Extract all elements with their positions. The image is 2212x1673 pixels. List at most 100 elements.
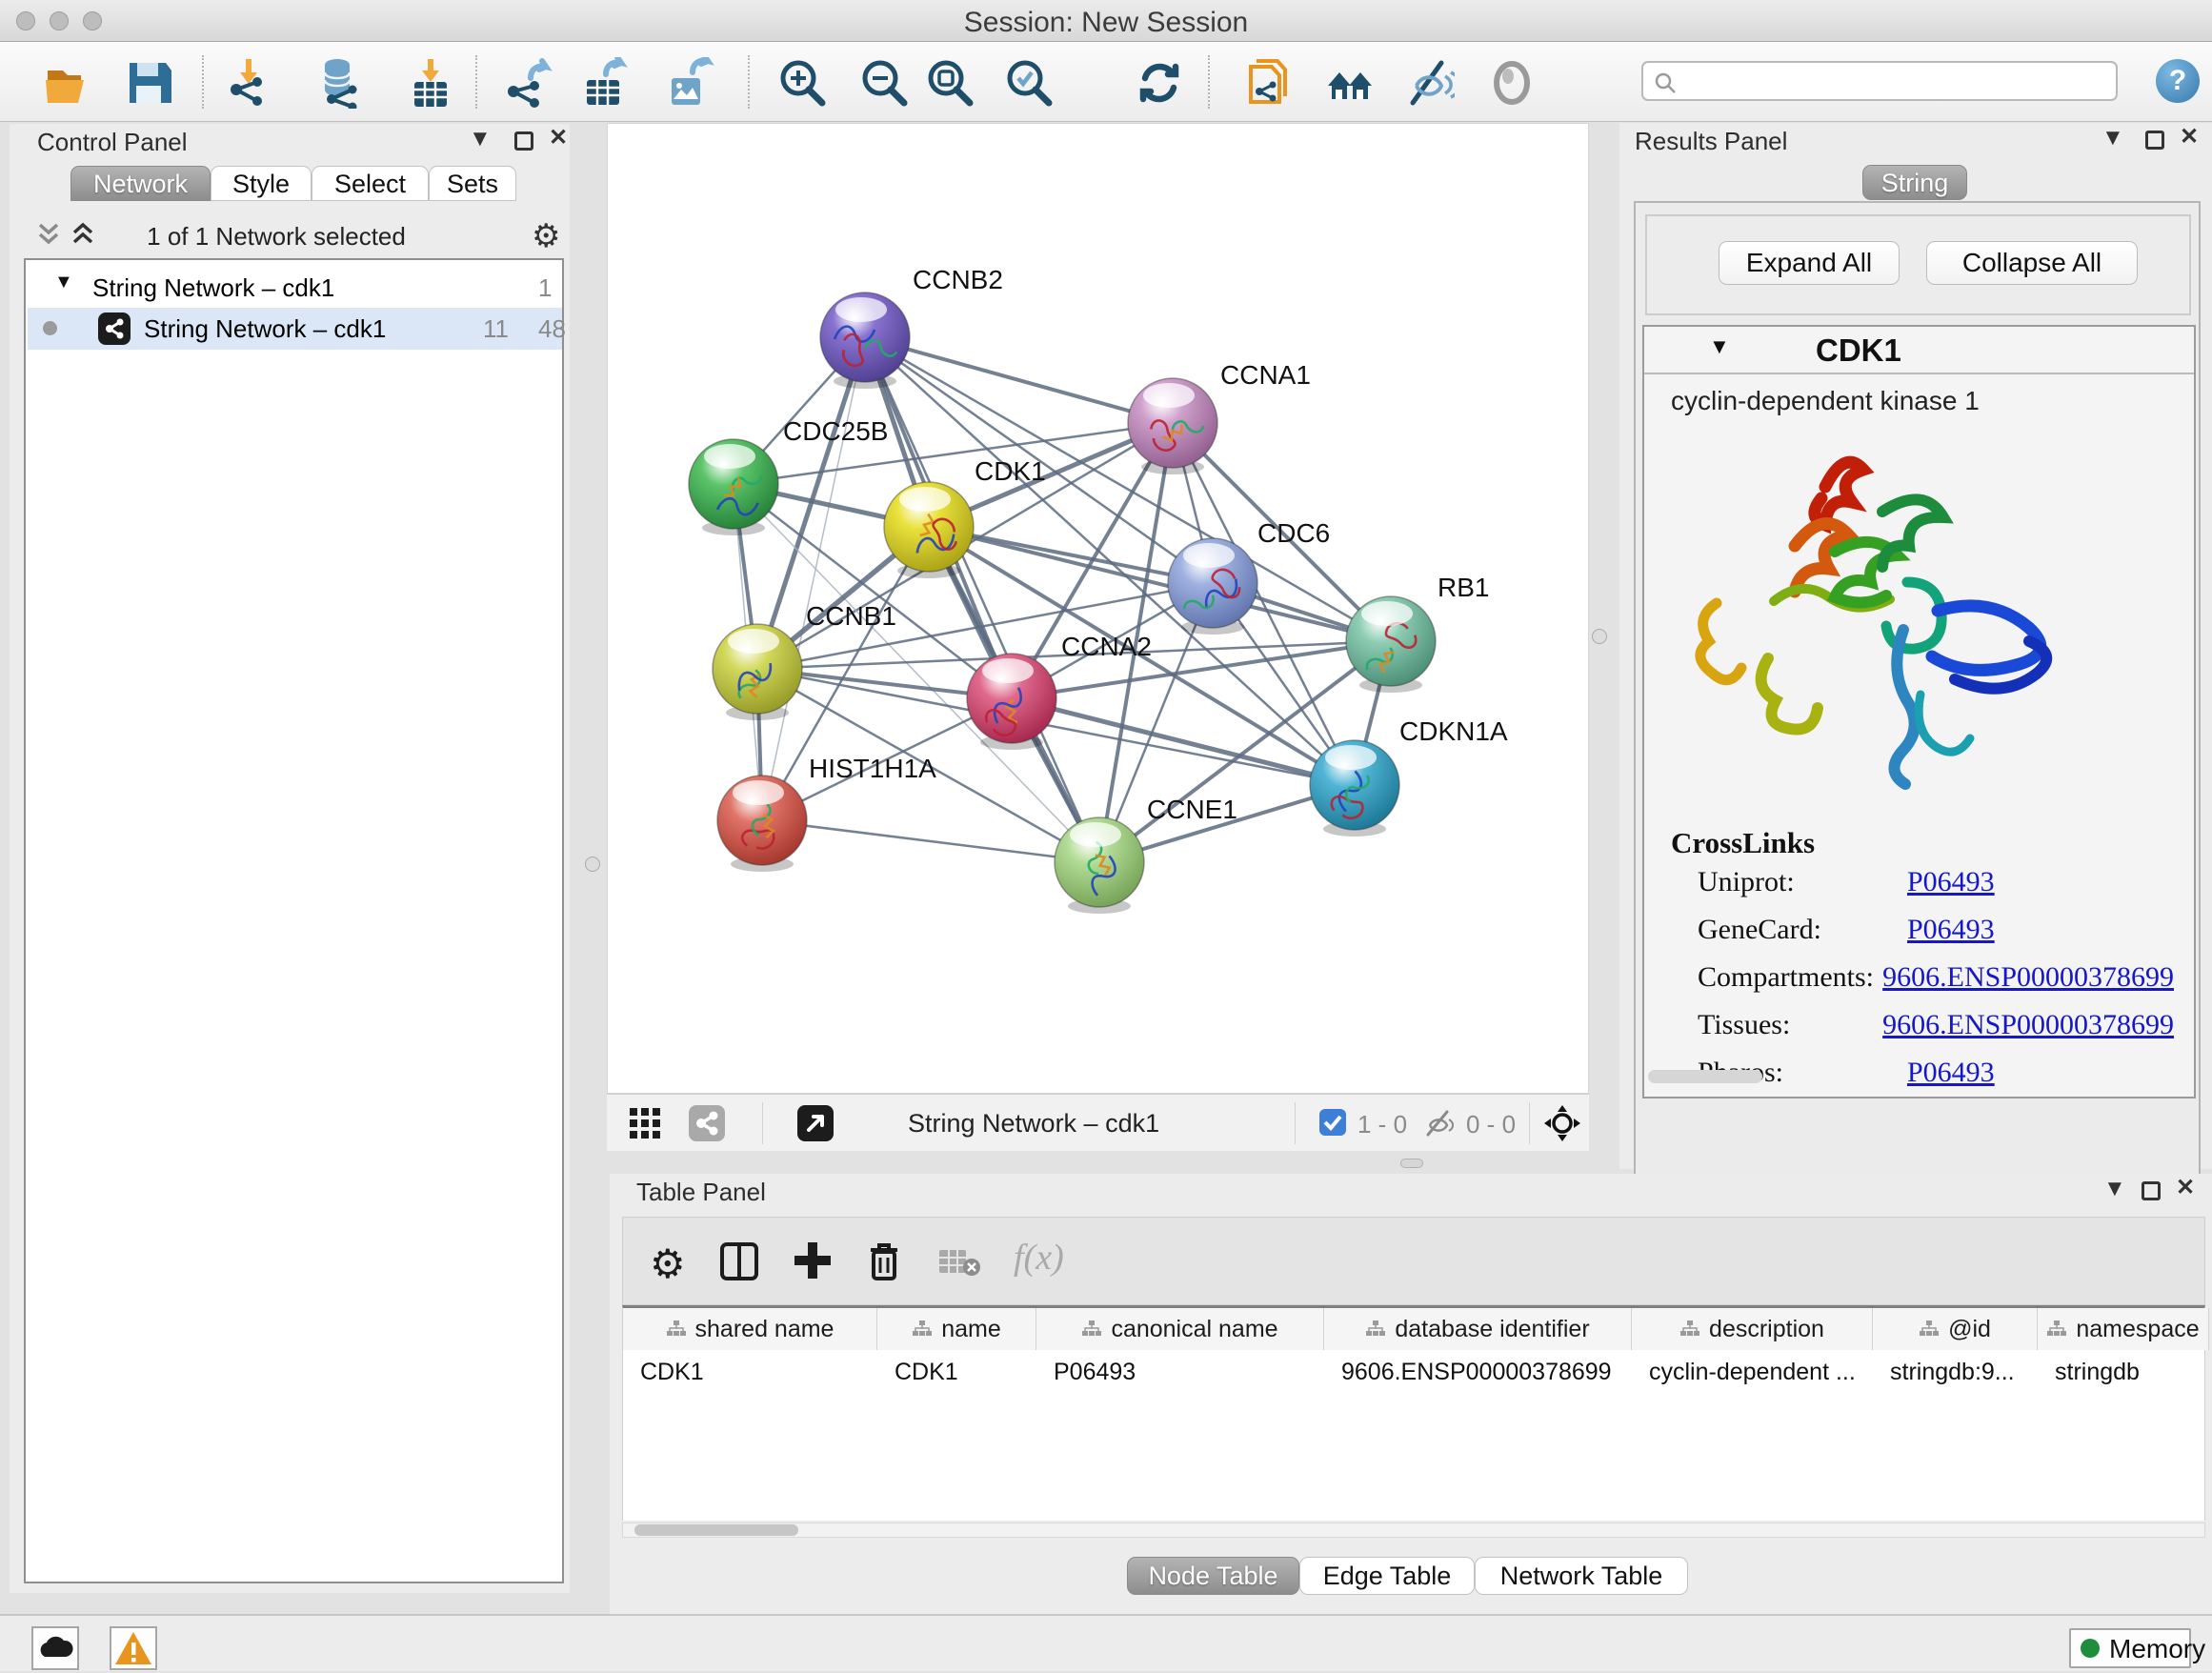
gene-collapse-icon[interactable]: ▼	[1709, 334, 1730, 359]
network-selection-status: 1 of 1 Network selected	[10, 222, 543, 252]
tab-sets[interactable]: Sets	[429, 166, 516, 201]
table-cell[interactable]: CDK1	[877, 1352, 1036, 1392]
node-label-HIST1H1A: HIST1H1A	[809, 754, 936, 783]
search-input[interactable]	[1685, 65, 2104, 97]
results-hscroll-thumb[interactable]	[1648, 1070, 1762, 1083]
memory-button[interactable]: Memory	[2069, 1628, 2191, 1668]
network-graph[interactable]: CCNB2CCNA1CDC25BCDK1CDC6RB1CCNB1CCNA2CDK…	[608, 124, 1590, 1095]
column-header-database-identifier[interactable]: database identifier	[1324, 1308, 1632, 1350]
title-bar: Session: New Session	[0, 0, 2212, 42]
network-edge-CCNB2-CCNE1[interactable]	[865, 337, 1099, 862]
hidden-eye-icon[interactable]	[1422, 1108, 1455, 1139]
selected-nodes-checkbox[interactable]	[1319, 1109, 1346, 1136]
zoom-fit-icon[interactable]	[925, 57, 976, 109]
table-hscrollbar[interactable]	[622, 1522, 2205, 1538]
import-database-icon[interactable]	[314, 57, 366, 109]
collapse-arrow-icon[interactable]: ▼	[54, 272, 73, 293]
homes-icon[interactable]	[1324, 57, 1376, 109]
export-network-icon[interactable]	[502, 57, 553, 109]
network-options-gear-icon[interactable]: ⚙	[532, 217, 560, 255]
export-image-icon[interactable]	[664, 57, 715, 109]
tab-edge-table[interactable]: Edge Table	[1299, 1557, 1475, 1595]
network-node-RB1[interactable]: RB1	[1346, 573, 1489, 693]
tab-style[interactable]: Style	[211, 166, 312, 201]
table-panel-menu-icon[interactable]: ▼	[2103, 1176, 2126, 1202]
table-settings-gear-icon[interactable]: ⚙	[650, 1240, 686, 1287]
fit-selected-crosshair-icon[interactable]	[1542, 1103, 1582, 1143]
save-session-icon[interactable]	[124, 57, 175, 109]
zoom-out-icon[interactable]	[859, 57, 911, 109]
search-box[interactable]	[1641, 61, 2118, 101]
network-node-CDC6[interactable]: CDC6	[1168, 518, 1330, 635]
column-header-namespace[interactable]: namespace	[2038, 1308, 2209, 1350]
control-panel-float-icon[interactable]	[514, 131, 533, 151]
export-table-icon[interactable]	[579, 57, 631, 109]
network-node-CCNA1[interactable]: CCNA1	[1128, 360, 1311, 474]
network-row-selected[interactable]: String Network – cdk1 11 48	[28, 308, 562, 350]
network-canvas[interactable]: CCNB2CCNA1CDC25BCDK1CDC6RB1CCNB1CCNA2CDK…	[607, 123, 1589, 1094]
column-header-description[interactable]: description	[1632, 1308, 1873, 1350]
tab-network[interactable]: Network	[70, 166, 211, 201]
open-in-window-icon[interactable]	[797, 1105, 834, 1141]
show-columns-icon[interactable]	[718, 1240, 760, 1282]
table-cell[interactable]: CDK1	[623, 1352, 877, 1392]
table-cell[interactable]: cyclin-dependent ...	[1632, 1352, 1873, 1392]
network-node-CDKN1A[interactable]: CDKN1A	[1310, 716, 1508, 836]
right-splitter-handle[interactable]	[1592, 629, 1607, 644]
node-count: 11	[483, 314, 509, 344]
delete-column-trash-icon[interactable]	[863, 1239, 905, 1282]
warnings-button[interactable]	[110, 1626, 157, 1670]
hide-unhide-icon[interactable]	[1403, 57, 1455, 109]
column-header--id[interactable]: @id	[1873, 1308, 2038, 1350]
crosslink-value-link[interactable]: P06493	[1907, 1057, 1995, 1089]
table-row[interactable]: CDK1CDK1P064939606.ENSP00000378699cyclin…	[623, 1352, 2204, 1392]
crosslink-value-link[interactable]: 9606.ENSP00000378699	[1882, 1009, 2174, 1041]
control-panel-menu-icon[interactable]: ▼	[469, 126, 492, 152]
table-cell[interactable]: 9606.ENSP00000378699	[1324, 1352, 1632, 1392]
table-panel-float-icon[interactable]	[2142, 1181, 2161, 1200]
column-header-shared-name[interactable]: shared name	[623, 1308, 877, 1350]
share-document-icon[interactable]	[1243, 57, 1295, 109]
tab-string[interactable]: String	[1862, 165, 1967, 200]
zoom-selected-icon[interactable]	[1004, 57, 1056, 109]
help-button[interactable]: ?	[2156, 59, 2200, 103]
cloud-status-button[interactable]	[31, 1626, 79, 1670]
tab-network-table[interactable]: Network Table	[1475, 1557, 1688, 1595]
table-cell[interactable]: stringdb:9...	[1873, 1352, 2038, 1392]
network-edge-HIST1H1A-CCNE1[interactable]	[762, 820, 1099, 862]
network-collection-row[interactable]: ▼ String Network – cdk1 1	[26, 268, 562, 308]
table-cell[interactable]: stringdb	[2038, 1352, 2209, 1392]
add-column-icon[interactable]	[791, 1239, 835, 1282]
network-share-icon[interactable]	[689, 1105, 725, 1141]
table-hscroll-thumb[interactable]	[634, 1524, 798, 1536]
table-panel-close-icon[interactable]: ✕	[2176, 1174, 2195, 1201]
refresh-icon[interactable]	[1134, 57, 1185, 109]
table-cell[interactable]: P06493	[1036, 1352, 1324, 1392]
crosslink-label: Uniprot:	[1698, 866, 1907, 898]
network-edge-CCNB2-HIST1H1A[interactable]	[762, 337, 865, 820]
import-table-icon[interactable]	[405, 57, 456, 109]
network-node-HIST1H1A[interactable]: HIST1H1A	[717, 754, 936, 872]
control-panel-close-icon[interactable]: ✕	[549, 124, 568, 151]
horizontal-splitter-handle[interactable]	[1400, 1159, 1423, 1168]
crosslink-value-link[interactable]: P06493	[1907, 914, 1995, 946]
birdseye-grid-icon[interactable]	[628, 1106, 664, 1142]
collection-count: 1	[538, 273, 552, 303]
tab-node-table[interactable]: Node Table	[1127, 1557, 1299, 1595]
crosslink-value-link[interactable]: P06493	[1907, 866, 1995, 898]
results-panel-menu-icon[interactable]: ▼	[2101, 125, 2124, 151]
results-panel-float-icon[interactable]	[2145, 131, 2164, 150]
open-session-icon[interactable]	[42, 57, 93, 109]
collapse-all-button[interactable]: Collapse All	[1926, 241, 2138, 285]
gene-card-header[interactable]: ▼ CDK1	[1644, 327, 2194, 374]
left-splitter-handle[interactable]	[585, 857, 600, 872]
column-header-name[interactable]: name	[877, 1308, 1036, 1350]
import-network-icon[interactable]	[223, 57, 274, 109]
network-node-CCNE1[interactable]: CCNE1	[1055, 795, 1237, 914]
zoom-in-icon[interactable]	[777, 57, 829, 109]
column-header-canonical-name[interactable]: canonical name	[1036, 1308, 1324, 1350]
results-panel-close-icon[interactable]: ✕	[2180, 123, 2199, 151]
expand-all-button[interactable]: Expand All	[1719, 241, 1900, 285]
crosslink-value-link[interactable]: 9606.ENSP00000378699	[1882, 961, 2174, 994]
tab-select[interactable]: Select	[312, 166, 429, 201]
